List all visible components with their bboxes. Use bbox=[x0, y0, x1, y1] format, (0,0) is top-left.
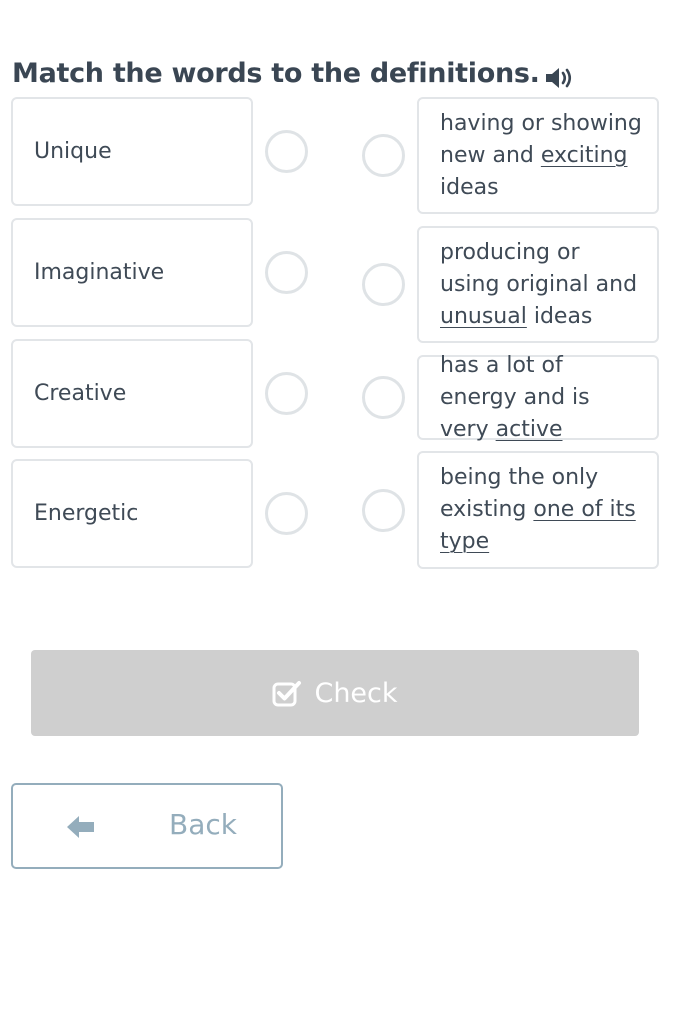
check-button[interactable]: Check bbox=[31, 650, 639, 736]
definition-keyword: active bbox=[495, 416, 563, 442]
back-button[interactable]: Back bbox=[11, 783, 283, 869]
check-button-label: Check bbox=[314, 677, 398, 709]
word-card-energetic[interactable]: Energetic bbox=[11, 459, 253, 568]
definition-text: having or showing new and exciting ideas bbox=[440, 108, 643, 204]
word-label: Creative bbox=[34, 381, 127, 406]
definition-connector-radio[interactable] bbox=[362, 134, 405, 177]
word-connector-radio[interactable] bbox=[265, 492, 308, 535]
word-connector-radio[interactable] bbox=[265, 251, 308, 294]
definition-text: being the only existing one of its type bbox=[440, 462, 643, 558]
definition-connector-radio[interactable] bbox=[362, 376, 405, 419]
definition-connector-radio[interactable] bbox=[362, 263, 405, 306]
definition-card[interactable]: producing or using original and unusual … bbox=[417, 226, 659, 343]
checkbox-check-icon bbox=[272, 681, 302, 707]
word-card-imaginative[interactable]: Imaginative bbox=[11, 218, 253, 327]
definition-text-part: ideas bbox=[440, 174, 499, 200]
arrow-left-icon bbox=[67, 816, 94, 838]
word-connector-radio[interactable] bbox=[265, 130, 308, 173]
speaker-icon[interactable] bbox=[544, 64, 574, 92]
exercise-title: Match the words to the definitions. bbox=[12, 58, 540, 89]
definition-card[interactable]: having or showing new and exciting ideas bbox=[417, 97, 659, 214]
definition-text: has a lot of energy and is very active bbox=[440, 350, 643, 446]
definition-text-part: producing or using original and bbox=[440, 239, 638, 297]
word-label: Unique bbox=[34, 139, 112, 164]
definition-text-part: ideas bbox=[526, 303, 593, 329]
word-connector-radio[interactable] bbox=[265, 372, 308, 415]
word-card-unique[interactable]: Unique bbox=[11, 97, 253, 206]
back-button-label: Back bbox=[169, 808, 237, 841]
word-label: Energetic bbox=[34, 501, 139, 526]
word-card-creative[interactable]: Creative bbox=[11, 339, 253, 448]
definition-text: producing or using original and unusual … bbox=[440, 237, 643, 333]
definition-keyword: unusual bbox=[440, 303, 527, 329]
definition-card[interactable]: being the only existing one of its type bbox=[417, 451, 659, 569]
definition-keyword: exciting bbox=[540, 142, 628, 168]
match-exercise-page: Match the words to the definitions. Uniq… bbox=[0, 0, 695, 1022]
definition-card[interactable]: has a lot of energy and is very active bbox=[417, 353, 659, 442]
definition-connector-radio[interactable] bbox=[362, 489, 405, 532]
word-label: Imaginative bbox=[34, 260, 165, 285]
